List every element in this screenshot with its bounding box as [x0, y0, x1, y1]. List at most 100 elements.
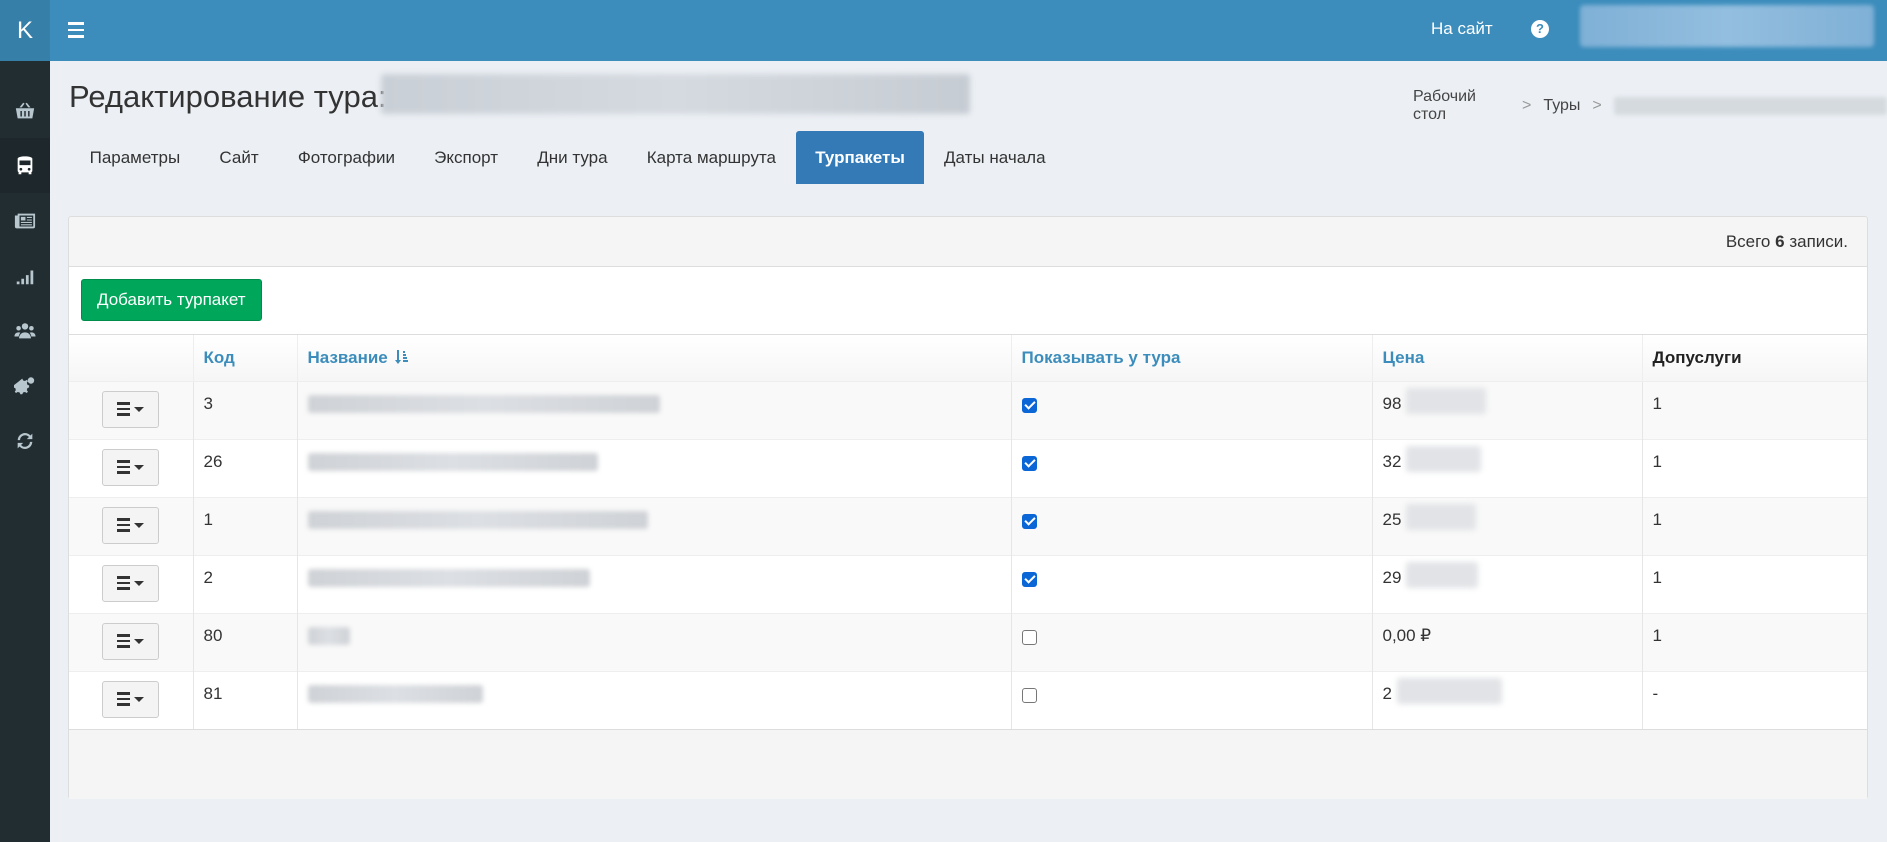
- row-price: 2: [1382, 683, 1392, 703]
- breadcrumb-tours[interactable]: Туры: [1543, 97, 1580, 115]
- row-actions-button[interactable]: [102, 564, 160, 602]
- row-extras: 1: [1642, 438, 1867, 497]
- list-icon: [117, 402, 131, 416]
- help-icon[interactable]: ?: [1531, 20, 1549, 38]
- code-header[interactable]: Код: [193, 335, 298, 381]
- show-checkbox[interactable]: [1021, 455, 1037, 471]
- row-actions-button[interactable]: [102, 622, 160, 660]
- sidebar-item-orders[interactable]: [0, 83, 50, 138]
- list-icon: [117, 692, 131, 706]
- tab-packages[interactable]: Турпакеты: [795, 131, 925, 184]
- box-footer: [69, 729, 1867, 799]
- tab-photos[interactable]: Фотографии: [278, 131, 414, 184]
- sidebar: K: [0, 0, 50, 842]
- breadcrumb-dashboard[interactable]: Рабочий стол: [1413, 88, 1510, 124]
- show-checkbox[interactable]: [1021, 397, 1037, 413]
- row-extras: 1: [1642, 496, 1867, 555]
- table-row: 2 29 1: [69, 554, 1867, 613]
- caret-down-icon: [134, 696, 145, 702]
- main-content: Редактирование тура: Рабочий стол > Туры…: [50, 61, 1887, 842]
- table-row: 26 32 1: [69, 438, 1867, 497]
- top-header: На сайт ?: [50, 0, 1887, 61]
- records-total: Всего 6 записи.: [1726, 217, 1848, 266]
- list-icon: [117, 518, 131, 532]
- show-checkbox[interactable]: [1021, 513, 1037, 529]
- newspaper-icon: [14, 213, 36, 228]
- tab-site[interactable]: Сайт: [200, 131, 278, 184]
- caret-down-icon: [134, 580, 145, 586]
- packages-box: Всего 6 записи. Добавить турпакет Код На…: [68, 216, 1868, 799]
- logo[interactable]: K: [0, 0, 50, 61]
- table-row: 80 0,00 ₽ 1: [69, 612, 1867, 671]
- tab-route-map[interactable]: Карта маршрута: [627, 131, 795, 184]
- tab-export[interactable]: Экспорт: [415, 131, 518, 184]
- row-price: 25: [1382, 509, 1402, 529]
- row-name-redacted: [307, 685, 483, 704]
- caret-down-icon: [134, 464, 145, 470]
- menu-toggle-icon[interactable]: [68, 18, 92, 42]
- name-header-label: Название: [307, 347, 388, 367]
- row-name-redacted: [307, 395, 660, 414]
- tour-name-redacted: [381, 74, 970, 114]
- price-redacted: [1406, 388, 1487, 415]
- sidebar-item-sync[interactable]: [0, 413, 50, 468]
- name-header[interactable]: Название: [297, 335, 1012, 381]
- caret-down-icon: [134, 522, 145, 528]
- row-code: 81: [193, 670, 298, 729]
- row-actions-button[interactable]: [102, 506, 160, 544]
- row-code: 26: [193, 438, 298, 497]
- row-extras: -: [1642, 670, 1867, 729]
- price-redacted: [1406, 504, 1477, 531]
- show-header[interactable]: Показывать у тура: [1011, 335, 1373, 381]
- tab-bar: Параметры Сайт Фотографии Экспорт Дни ту…: [70, 131, 1065, 184]
- row-name-redacted: [307, 511, 648, 530]
- price-redacted: [1406, 562, 1479, 589]
- tab-tour-days[interactable]: Дни тура: [518, 131, 628, 184]
- sidebar-item-settings[interactable]: [0, 358, 50, 413]
- row-price: 32: [1382, 451, 1402, 471]
- row-code: 1: [193, 496, 298, 555]
- row-extras: 1: [1642, 380, 1867, 439]
- sidebar-item-users[interactable]: [0, 303, 50, 358]
- total-suffix: записи.: [1789, 232, 1848, 251]
- user-menu[interactable]: [1580, 5, 1874, 47]
- table-row: 81 2 -: [69, 670, 1867, 729]
- table-row: 3 98 1: [69, 380, 1867, 439]
- row-price: 98: [1382, 393, 1402, 413]
- signal-icon: [16, 270, 34, 284]
- breadcrumb-separator: >: [1521, 97, 1532, 114]
- sidebar-item-tours[interactable]: [0, 138, 50, 193]
- to-site-link[interactable]: На сайт: [1431, 0, 1493, 61]
- row-name-redacted: [307, 627, 350, 646]
- packages-table: Код Название Показывать у тура Цена Допу…: [69, 335, 1867, 729]
- basket-icon: [15, 102, 35, 118]
- row-code: 2: [193, 554, 298, 613]
- sort-desc-icon: [395, 349, 409, 364]
- tab-parameters[interactable]: Параметры: [70, 131, 200, 184]
- show-checkbox[interactable]: [1021, 571, 1037, 587]
- row-actions-button[interactable]: [102, 390, 160, 428]
- list-icon: [117, 460, 131, 474]
- show-checkbox[interactable]: [1021, 629, 1037, 645]
- sidebar-item-news[interactable]: [0, 193, 50, 248]
- row-actions-button[interactable]: [102, 680, 160, 718]
- row-name-redacted: [307, 569, 590, 588]
- show-checkbox[interactable]: [1021, 687, 1037, 703]
- row-price: 0,00 ₽: [1372, 612, 1643, 671]
- row-price: 29: [1382, 567, 1402, 587]
- price-header[interactable]: Цена: [1372, 335, 1643, 381]
- row-actions-button[interactable]: [102, 448, 160, 486]
- row-code: 3: [193, 380, 298, 439]
- caret-down-icon: [134, 638, 145, 644]
- row-extras: 1: [1642, 554, 1867, 613]
- table-row: 1 25 1: [69, 496, 1867, 555]
- add-package-button[interactable]: Добавить турпакет: [81, 279, 262, 321]
- price-redacted: [1406, 446, 1482, 473]
- total-prefix: Всего: [1725, 232, 1771, 251]
- row-name-redacted: [307, 453, 598, 472]
- tab-start-dates[interactable]: Даты начала: [924, 131, 1065, 184]
- list-icon: [117, 576, 131, 590]
- breadcrumb: Рабочий стол > Туры >: [1413, 88, 1887, 124]
- sidebar-item-stats[interactable]: [0, 248, 50, 303]
- list-icon: [117, 634, 131, 648]
